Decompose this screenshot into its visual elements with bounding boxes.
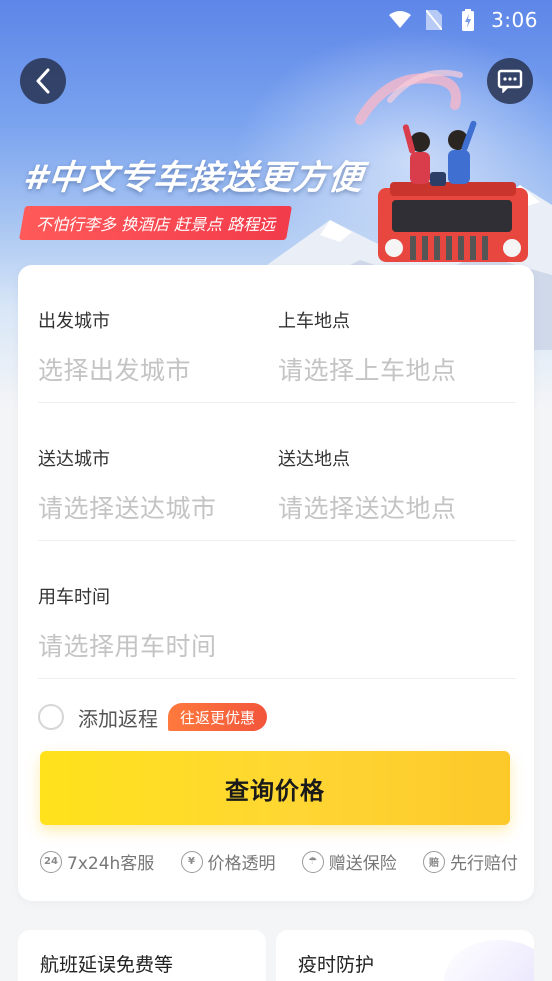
flight-delay-card[interactable]: 航班延误免费等	[18, 930, 266, 981]
feature-advance-compensation: 赔 先行赔付	[423, 849, 518, 874]
feature-label: 先行赔付	[450, 854, 518, 874]
return-trip-radio[interactable]	[38, 704, 64, 730]
booking-form-card: 出发城市 选择出发城市 上车地点 请选择上车地点 送达城市 请选择送达城市 送达…	[18, 265, 534, 901]
departure-city-field[interactable]: 出发城市 选择出发城市	[38, 307, 268, 387]
form-row-departure: 出发城市 选择出发城市 上车地点 请选择上车地点	[38, 307, 516, 403]
insurance-umbrella-icon: ☂	[301, 850, 324, 873]
dropoff-location-label: 送达地点	[278, 449, 350, 470]
dropoff-location-field[interactable]: 送达地点 请选择送达地点	[278, 445, 516, 525]
service-features: 24 7x24h客服 ¥ 价格透明 ☂ 赠送保险 赔 先行赔付	[40, 849, 518, 874]
query-price-button[interactable]: 查询价格	[40, 751, 510, 825]
feature-label: 7x24h客服	[67, 854, 155, 874]
wifi-icon	[389, 9, 412, 31]
card-decoration	[444, 940, 534, 981]
chevron-left-icon	[36, 68, 50, 94]
form-row-time: 用车时间 请选择用车时间	[38, 583, 516, 679]
use-time-placeholder: 请选择用车时间	[38, 632, 217, 661]
use-time-label: 用车时间	[38, 587, 110, 608]
hero-tagline-text: 不怕行李多 换酒店 赶景点 路程远	[36, 215, 276, 234]
feature-24h-service: 24 7x24h客服	[40, 849, 154, 874]
feature-free-insurance: ☂ 赠送保险	[301, 849, 397, 874]
return-trip-label: 添加返程	[78, 706, 158, 731]
pickup-location-label: 上车地点	[278, 311, 350, 332]
feature-price-transparent: ¥ 价格透明	[180, 849, 276, 874]
departure-city-placeholder: 选择出发城市	[38, 356, 192, 385]
form-row-destination: 送达城市 请选择送达城市 送达地点 请选择送达地点	[38, 445, 516, 541]
feature-label: 价格透明	[207, 854, 276, 874]
destination-city-field[interactable]: 送达城市 请选择送达城市	[38, 445, 268, 525]
status-time: 3:06	[491, 8, 538, 32]
status-bar: 3:06	[0, 0, 552, 40]
round-trip-discount-badge: 往返更优惠	[168, 703, 268, 731]
hero-tagline: 不怕行李多 换酒店 赶景点 路程远	[19, 206, 293, 240]
flight-delay-title: 航班延误免费等	[40, 954, 174, 976]
destination-city-label: 送达城市	[38, 449, 110, 470]
epidemic-protection-title: 疫时防护	[298, 954, 375, 976]
dropoff-location-placeholder: 请选择送达地点	[278, 494, 457, 523]
feature-label: 赠送保险	[328, 854, 397, 874]
use-time-field[interactable]: 用车时间 请选择用车时间	[38, 583, 516, 663]
battery-charging-icon	[457, 9, 479, 31]
destination-city-placeholder: 请选择送达城市	[38, 494, 217, 523]
back-button[interactable]	[20, 58, 66, 104]
compensation-icon: 赔	[423, 850, 445, 873]
epidemic-protection-card[interactable]: 疫时防护	[276, 930, 534, 981]
no-sim-icon	[423, 9, 445, 31]
departure-city-label: 出发城市	[38, 311, 110, 332]
return-trip-row[interactable]: 添加返程 往返更优惠	[38, 701, 268, 733]
24h-service-icon: 24	[40, 850, 62, 873]
pickup-location-placeholder: 请选择上车地点	[278, 356, 457, 385]
yen-icon: ¥	[180, 850, 203, 873]
pickup-location-field[interactable]: 上车地点 请选择上车地点	[278, 307, 516, 387]
hero-title: #中文专车接送更方便	[21, 158, 366, 198]
